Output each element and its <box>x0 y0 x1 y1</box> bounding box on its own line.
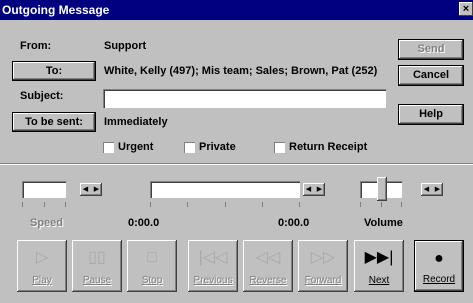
previous-label: Previous <box>193 275 233 286</box>
play-button[interactable]: ▷ Play <box>17 240 67 292</box>
urgent-label: Urgent <box>118 141 154 153</box>
private-label: Private <box>199 141 236 153</box>
to-recipients: White, Kelly (497); Mis team; Sales; Bro… <box>104 65 378 77</box>
subject-input[interactable] <box>103 89 386 108</box>
record-button[interactable]: ● Record <box>414 240 464 292</box>
speed-spinner[interactable]: ◀ ▶ <box>80 183 102 196</box>
title-bar: Outgoing Message × <box>0 0 473 20</box>
stop-label: Stop <box>141 275 163 286</box>
send-button[interactable]: Send <box>398 39 464 60</box>
play-label: Play <box>32 275 52 286</box>
speed-display <box>22 181 66 198</box>
subject-label: Subject: <box>20 90 64 102</box>
stop-icon: □ <box>147 249 157 266</box>
return-receipt-checkbox[interactable] <box>274 142 285 153</box>
volume-ticks <box>360 202 402 208</box>
time-elapsed: 0:00.0 <box>128 217 160 229</box>
play-icon: ▷ <box>35 249 49 266</box>
time-total: 0:00.0 <box>278 217 310 229</box>
forward-icon: ▷▷ <box>310 249 336 266</box>
to-be-sent-button[interactable]: To be sent: <box>12 112 96 132</box>
speed-decrease-icon[interactable]: ◀ <box>80 183 91 196</box>
from-label: From: <box>20 40 52 52</box>
close-button[interactable]: × <box>459 2 473 16</box>
next-icon: ▶▶| <box>364 249 394 266</box>
previous-icon: |◁◁ <box>198 249 228 266</box>
position-track[interactable] <box>150 181 300 198</box>
reverse-label: Reverse <box>249 275 287 286</box>
to-button[interactable]: To: <box>12 61 96 81</box>
private-checkbox[interactable] <box>184 142 195 153</box>
to-be-sent-value: Immediately <box>104 116 168 128</box>
urgent-checkbox[interactable] <box>103 142 114 153</box>
forward-button[interactable]: ▷▷ Forward <box>298 240 348 292</box>
position-forward-icon[interactable]: ▶ <box>314 183 325 196</box>
help-button[interactable]: Help <box>398 104 464 125</box>
pause-label: Pause <box>82 275 112 286</box>
pause-icon: ▯▯ <box>88 249 106 266</box>
section-divider <box>0 163 473 165</box>
from-value: Support <box>104 40 147 52</box>
volume-label: Volume <box>364 217 403 229</box>
window-title: Outgoing Message <box>2 3 110 17</box>
return-receipt-label: Return Receipt <box>289 141 368 153</box>
position-spinner[interactable]: ◀ ▶ <box>303 183 325 196</box>
stop-button[interactable]: □ Stop <box>127 240 177 292</box>
speed-label: Speed <box>30 217 64 229</box>
previous-button[interactable]: |◁◁ Previous <box>188 240 238 292</box>
position-back-icon[interactable]: ◀ <box>303 183 314 196</box>
speed-ticks <box>22 202 66 208</box>
next-button[interactable]: ▶▶| Next <box>354 240 404 292</box>
volume-up-icon[interactable]: ▶ <box>432 183 443 196</box>
cancel-button[interactable]: Cancel <box>398 65 464 86</box>
record-icon: ● <box>434 250 444 267</box>
volume-down-icon[interactable]: ◀ <box>421 183 432 196</box>
position-ticks <box>150 202 300 208</box>
pause-button[interactable]: ▯▯ Pause <box>72 240 122 292</box>
speed-increase-icon[interactable]: ▶ <box>91 183 102 196</box>
next-label: Next <box>368 275 390 286</box>
volume-spinner[interactable]: ◀ ▶ <box>421 183 443 196</box>
reverse-button[interactable]: ◁◁ Reverse <box>243 240 293 292</box>
volume-slider-thumb[interactable] <box>377 177 387 201</box>
reverse-icon: ◁◁ <box>255 249 281 266</box>
record-label: Record <box>422 274 456 285</box>
forward-label: Forward <box>304 275 342 286</box>
